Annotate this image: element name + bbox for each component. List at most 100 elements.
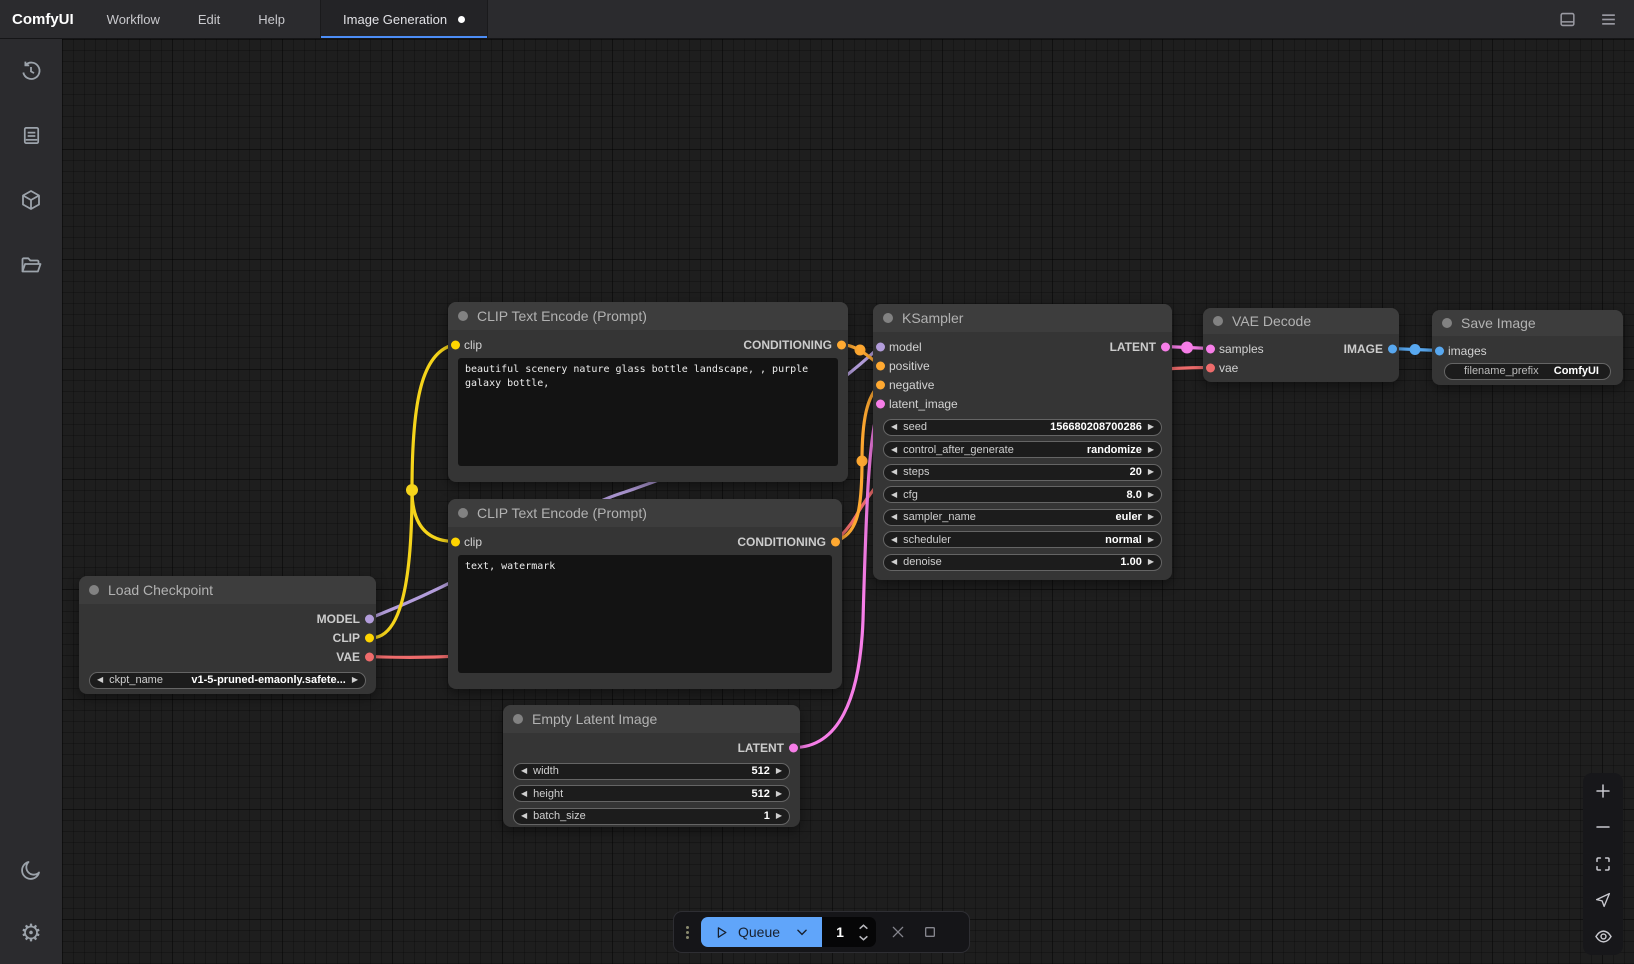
- menu-icon[interactable]: [1599, 10, 1618, 29]
- collapse-dot-icon[interactable]: [458, 508, 468, 518]
- queue-log-icon[interactable]: [17, 121, 45, 149]
- input-port-negative[interactable]: [876, 380, 885, 389]
- node-header[interactable]: CLIP Text Encode (Prompt): [448, 499, 842, 527]
- widget-increment-icon[interactable]: ▶: [1148, 536, 1154, 544]
- workflows-folder-icon[interactable]: [17, 251, 45, 279]
- collapse-dot-icon[interactable]: [883, 313, 893, 323]
- widget-ckpt_name[interactable]: ◀ckpt_namev1-5-pruned-emaonly.safete...▶: [89, 672, 366, 689]
- node-header[interactable]: Empty Latent Image: [503, 705, 800, 733]
- node-vae-decode[interactable]: VAE DecodesamplesIMAGEvae: [1203, 308, 1399, 382]
- collapse-dot-icon[interactable]: [89, 585, 99, 595]
- output-port-VAE[interactable]: [365, 652, 374, 661]
- widget-increment-icon[interactable]: ▶: [352, 676, 358, 684]
- widget-increment-icon[interactable]: ▶: [1148, 491, 1154, 499]
- select-mode-icon[interactable]: [1594, 891, 1612, 909]
- node-load-checkpoint[interactable]: Load CheckpointMODELCLIPVAE◀ckpt_namev1-…: [79, 576, 376, 694]
- output-port-IMAGE[interactable]: [1388, 344, 1397, 353]
- node-clip-negative[interactable]: CLIP Text Encode (Prompt)clipCONDITIONIN…: [448, 499, 842, 689]
- node-header[interactable]: VAE Decode: [1203, 308, 1399, 334]
- widget-decrement-icon[interactable]: ◀: [891, 513, 897, 521]
- node-library-icon[interactable]: [17, 186, 45, 214]
- widget-increment-icon[interactable]: ▶: [1148, 468, 1154, 476]
- input-port-latent_image[interactable]: [876, 399, 885, 408]
- widget-increment-icon[interactable]: ▶: [1148, 558, 1154, 566]
- workflow-history-icon[interactable]: [17, 57, 45, 85]
- widget-value: 156680208700286: [1050, 421, 1142, 433]
- settings-icon[interactable]: ⚙: [17, 920, 45, 948]
- zoom-in-icon[interactable]: [1594, 782, 1612, 800]
- widget-decrement-icon[interactable]: ◀: [521, 767, 527, 775]
- widget-denoise[interactable]: ◀denoise1.00▶: [883, 554, 1162, 571]
- widget-cfg[interactable]: ◀cfg8.0▶: [883, 486, 1162, 503]
- widget-increment-icon[interactable]: ▶: [776, 790, 782, 798]
- widget-increment-icon[interactable]: ▶: [776, 767, 782, 775]
- widget-height[interactable]: ◀height512▶: [513, 785, 790, 802]
- widget-batch_size[interactable]: ◀batch_size1▶: [513, 808, 790, 825]
- widget-sampler_name[interactable]: ◀sampler_nameeuler▶: [883, 509, 1162, 526]
- widget-steps[interactable]: ◀steps20▶: [883, 464, 1162, 481]
- queue-button[interactable]: Queue: [701, 917, 822, 947]
- collapse-dot-icon[interactable]: [1213, 316, 1223, 326]
- zoom-out-icon[interactable]: [1594, 818, 1612, 836]
- input-port-vae[interactable]: [1206, 363, 1215, 372]
- node-save-image[interactable]: Save Imageimagesfilename_prefixComfyUI: [1432, 310, 1623, 385]
- widget-filename_prefix[interactable]: filename_prefixComfyUI: [1444, 363, 1611, 380]
- menu-edit[interactable]: Edit: [179, 0, 239, 38]
- node-empty-latent[interactable]: Empty Latent ImageLATENT◀width512▶◀heigh…: [503, 705, 800, 827]
- input-port-positive[interactable]: [876, 361, 885, 370]
- widget-decrement-icon[interactable]: ◀: [521, 790, 527, 798]
- widget-decrement-icon[interactable]: ◀: [891, 468, 897, 476]
- input-port-clip[interactable]: [451, 340, 460, 349]
- widget-decrement-icon[interactable]: ◀: [521, 812, 527, 820]
- clear-queue-icon[interactable]: [888, 924, 908, 940]
- input-port-samples[interactable]: [1206, 344, 1215, 353]
- stop-icon[interactable]: [920, 924, 940, 940]
- input-port-images[interactable]: [1435, 346, 1444, 355]
- widget-decrement-icon[interactable]: ◀: [891, 423, 897, 431]
- node-header[interactable]: CLIP Text Encode (Prompt): [448, 302, 848, 330]
- widget-decrement-icon[interactable]: ◀: [891, 446, 897, 454]
- output-port-CONDITIONING[interactable]: [831, 537, 840, 546]
- menu-help[interactable]: Help: [239, 0, 304, 38]
- node-clip-positive[interactable]: CLIP Text Encode (Prompt)clipCONDITIONIN…: [448, 302, 848, 482]
- widget-control_after_generate[interactable]: ◀control_after_generaterandomize▶: [883, 441, 1162, 458]
- output-port-MODEL[interactable]: [365, 614, 374, 623]
- widget-increment-icon[interactable]: ▶: [1148, 513, 1154, 521]
- node-ksampler[interactable]: KSamplermodelLATENTpositivenegativelaten…: [873, 304, 1172, 580]
- input-port-clip[interactable]: [451, 537, 460, 546]
- toggle-visibility-icon[interactable]: [1594, 927, 1613, 946]
- bottom-panel-icon[interactable]: [1558, 10, 1577, 29]
- node-header[interactable]: Save Image: [1432, 310, 1623, 336]
- widget-width[interactable]: ◀width512▶: [513, 763, 790, 780]
- drag-handle[interactable]: [686, 926, 689, 939]
- node-header[interactable]: KSampler: [873, 304, 1172, 332]
- batch-count-input[interactable]: 1: [822, 917, 876, 947]
- node-header[interactable]: Load Checkpoint: [79, 576, 376, 604]
- output-port-CONDITIONING[interactable]: [837, 340, 846, 349]
- widget-decrement-icon[interactable]: ◀: [891, 491, 897, 499]
- widget-decrement-icon[interactable]: ◀: [891, 558, 897, 566]
- widget-seed[interactable]: ◀seed156680208700286▶: [883, 419, 1162, 436]
- node-canvas[interactable]: [62, 39, 1634, 964]
- collapse-dot-icon[interactable]: [458, 311, 468, 321]
- widget-decrement-icon[interactable]: ◀: [891, 536, 897, 544]
- output-port-LATENT[interactable]: [789, 743, 798, 752]
- widget-increment-icon[interactable]: ▶: [776, 812, 782, 820]
- prompt-textarea[interactable]: beautiful scenery nature glass bottle la…: [458, 358, 838, 466]
- collapse-dot-icon[interactable]: [513, 714, 523, 724]
- collapse-dot-icon[interactable]: [1442, 318, 1452, 328]
- widget-decrement-icon[interactable]: ◀: [97, 676, 103, 684]
- prompt-textarea[interactable]: text, watermark: [458, 555, 832, 673]
- theme-toggle-icon[interactable]: [17, 856, 45, 884]
- tab-image-generation[interactable]: Image Generation: [320, 0, 488, 38]
- widget-increment-icon[interactable]: ▶: [1148, 423, 1154, 431]
- menu-workflow[interactable]: Workflow: [88, 0, 179, 38]
- fit-view-icon[interactable]: [1594, 855, 1612, 873]
- output-port-CLIP[interactable]: [365, 633, 374, 642]
- count-up-icon[interactable]: [858, 924, 869, 930]
- input-port-model[interactable]: [876, 342, 885, 351]
- count-down-icon[interactable]: [858, 935, 869, 941]
- widget-increment-icon[interactable]: ▶: [1148, 446, 1154, 454]
- output-port-LATENT[interactable]: [1161, 342, 1170, 351]
- widget-scheduler[interactable]: ◀schedulernormal▶: [883, 531, 1162, 548]
